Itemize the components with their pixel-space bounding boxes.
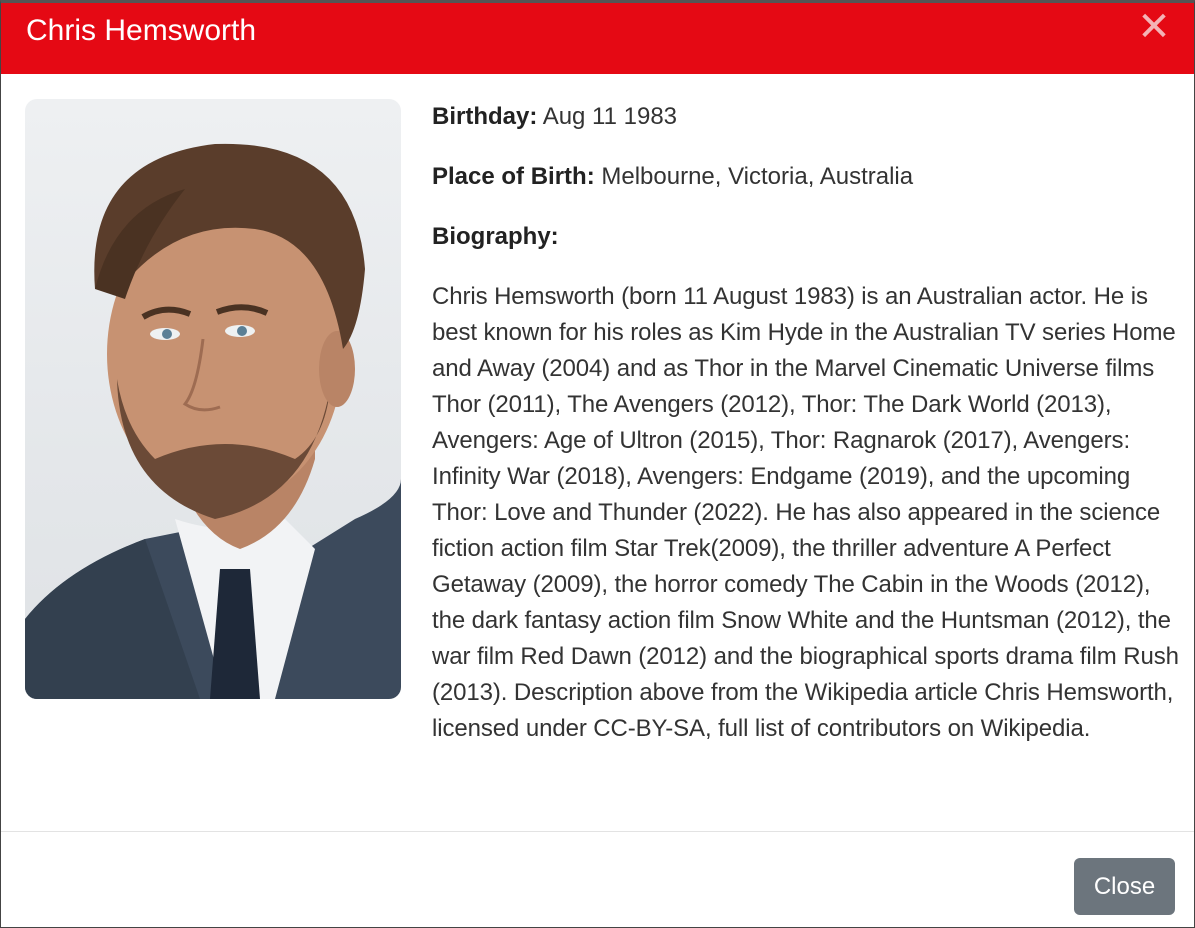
close-button[interactable]: Close bbox=[1074, 858, 1175, 915]
birthday-label: Birthday: bbox=[432, 103, 538, 130]
modal-header: Chris Hemsworth ✕ bbox=[1, 3, 1194, 74]
close-icon[interactable]: ✕ bbox=[1136, 7, 1172, 47]
person-modal: Chris Hemsworth ✕ Birthday: Aug 11 1983 … bbox=[0, 0, 1195, 928]
birthday-value: Aug 11 1983 bbox=[537, 103, 678, 130]
modal-title: Chris Hemsworth bbox=[26, 14, 257, 47]
birthplace-field: Place of Birth: Melbourne, Victoria, Aus… bbox=[432, 159, 1182, 195]
biography-label: Biography: bbox=[432, 223, 559, 250]
person-details: Birthday: Aug 11 1983 Place of Birth: Me… bbox=[432, 99, 1182, 747]
birthplace-value: Melbourne, Victoria, Australia bbox=[594, 163, 914, 190]
birthday-field: Birthday: Aug 11 1983 bbox=[432, 99, 1182, 135]
profile-photo bbox=[25, 99, 401, 699]
birthplace-label: Place of Birth: bbox=[432, 163, 595, 190]
biography-heading: Biography: bbox=[432, 219, 1182, 255]
footer-divider bbox=[1, 831, 1194, 832]
biography-text: Chris Hemsworth (born 11 August 1983) is… bbox=[432, 283, 1179, 742]
